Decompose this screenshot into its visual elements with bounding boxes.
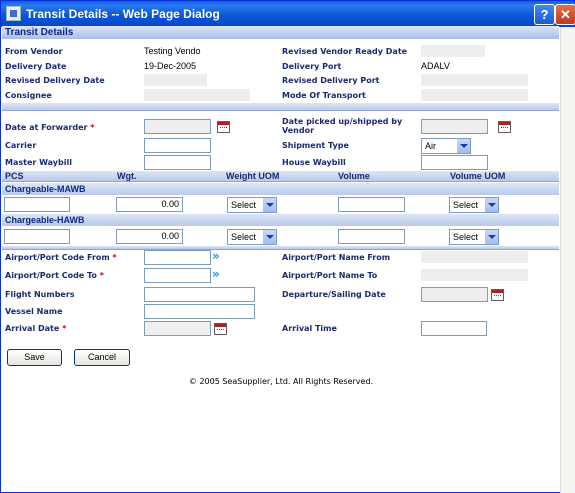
consignee-value [144,89,250,101]
col-weight-uom: Weight UOM [226,171,280,181]
house-waybill-input[interactable] [421,155,488,170]
revised-delivery-date-label: Revised Delivery Date [5,76,105,85]
title-bar: Transit Details -- Web Page Dialog ? ✕ [1,1,575,27]
date-at-forwarder-input[interactable] [144,119,211,134]
col-volume-uom: Volume UOM [450,171,506,181]
carrier-input[interactable] [144,138,211,153]
shipment-type-label: Shipment Type [282,141,349,150]
delivery-date-label: Delivery Date [5,62,67,71]
port-to-input[interactable] [144,268,211,283]
copyright-footer: © 2005 SeaSupplier, Ltd. All Rights Rese… [188,377,374,386]
cancel-button[interactable]: Cancel [74,349,130,366]
section-divider [2,246,559,250]
delivery-port-label: Delivery Port [282,62,342,71]
date-at-forwarder-label: Date at Forwarder * [5,123,95,132]
revised-delivery-port-label: Revised Delivery Port [282,76,380,85]
page-title: Transit Details [2,26,559,39]
col-pcs: PCS [5,171,24,181]
window-title: Transit Details -- Web Page Dialog [26,7,220,21]
from-vendor-label: From Vendor [5,47,63,56]
app-icon [6,6,21,21]
calendar-icon[interactable] [491,289,504,301]
section-divider [2,103,559,111]
port-name-to-label: Airport/Port Name To [282,271,378,280]
vessel-name-input[interactable] [144,304,255,319]
chevron-down-icon [262,198,276,212]
house-waybill-label: House Waybill [282,158,346,167]
help-button[interactable]: ? [534,4,555,25]
revised-delivery-port-value [421,74,528,86]
chevron-down-icon [484,230,498,244]
calendar-icon[interactable] [217,121,230,133]
arrival-date-input[interactable] [144,321,211,336]
col-volume: Volume [338,171,370,181]
departure-date-label: Departure/Sailing Date [282,290,386,299]
hawb-volume-input[interactable] [338,229,405,244]
col-wgt: Wgt. [117,171,137,181]
mawb-header: Chargeable-MAWB [2,183,559,195]
shipment-type-select[interactable]: Air [421,138,471,154]
from-vendor-value: Testing Vendo [144,46,201,56]
arrival-time-label: Arrival Time [282,324,337,333]
flight-numbers-input[interactable] [144,287,255,302]
delivery-port-value: ADALV [421,61,450,71]
hawb-wgt-input[interactable]: 0.00 [116,229,183,244]
departure-date-input[interactable] [421,287,488,302]
port-name-to-value [421,269,528,281]
dialog-window: Transit Details -- Web Page Dialog ? ✕ T… [0,0,575,493]
lookup-arrow-icon[interactable]: » [212,250,226,262]
hawb-weight-uom-select[interactable]: Select [227,229,277,245]
mode-of-transport-value [421,89,528,101]
hawb-header: Chargeable-HAWB [2,214,559,226]
revised-delivery-date-value [144,74,207,86]
consignee-label: Consignee [5,91,52,100]
mawb-volume-input[interactable] [338,197,405,212]
revised-ready-date-label: Revised Vendor Ready Date [282,47,408,56]
chevron-down-icon [484,198,498,212]
mode-of-transport-label: Mode Of Transport [282,91,366,100]
revised-ready-date-value [421,45,485,57]
mawb-wgt-input[interactable]: 0.00 [116,197,183,212]
delivery-date-value: 19-Dec-2005 [144,61,197,71]
chevron-down-icon [262,230,276,244]
date-picked-input[interactable] [421,119,488,134]
port-from-input[interactable] [144,250,211,265]
vessel-name-label: Vessel Name [5,307,63,316]
master-waybill-input[interactable] [144,155,211,170]
date-picked-label: Date picked up/shipped by Vendor [282,117,403,135]
calendar-icon[interactable] [214,323,227,335]
carrier-label: Carrier [5,141,37,150]
scrollbar-track[interactable] [560,27,575,493]
close-button[interactable]: ✕ [555,4,575,25]
arrival-time-input[interactable] [421,321,487,336]
port-name-from-value [421,251,528,263]
hawb-volume-uom-select[interactable]: Select [449,229,499,245]
flight-numbers-label: Flight Numbers [5,290,75,299]
mawb-volume-uom-select[interactable]: Select [449,197,499,213]
master-waybill-label: Master Waybill [5,158,72,167]
mawb-weight-uom-select[interactable]: Select [227,197,277,213]
chevron-down-icon [456,139,470,153]
port-name-from-label: Airport/Port Name From [282,253,391,262]
mawb-pcs-input[interactable] [4,197,70,212]
arrival-date-label: Arrival Date * [5,324,67,333]
lookup-arrow-icon[interactable]: » [212,268,226,280]
port-to-label: Airport/Port Code To * [5,271,104,280]
hawb-pcs-input[interactable] [4,229,70,244]
save-button[interactable]: Save [7,349,62,366]
port-from-label: Airport/Port Code From * [5,253,117,262]
calendar-icon[interactable] [498,121,511,133]
